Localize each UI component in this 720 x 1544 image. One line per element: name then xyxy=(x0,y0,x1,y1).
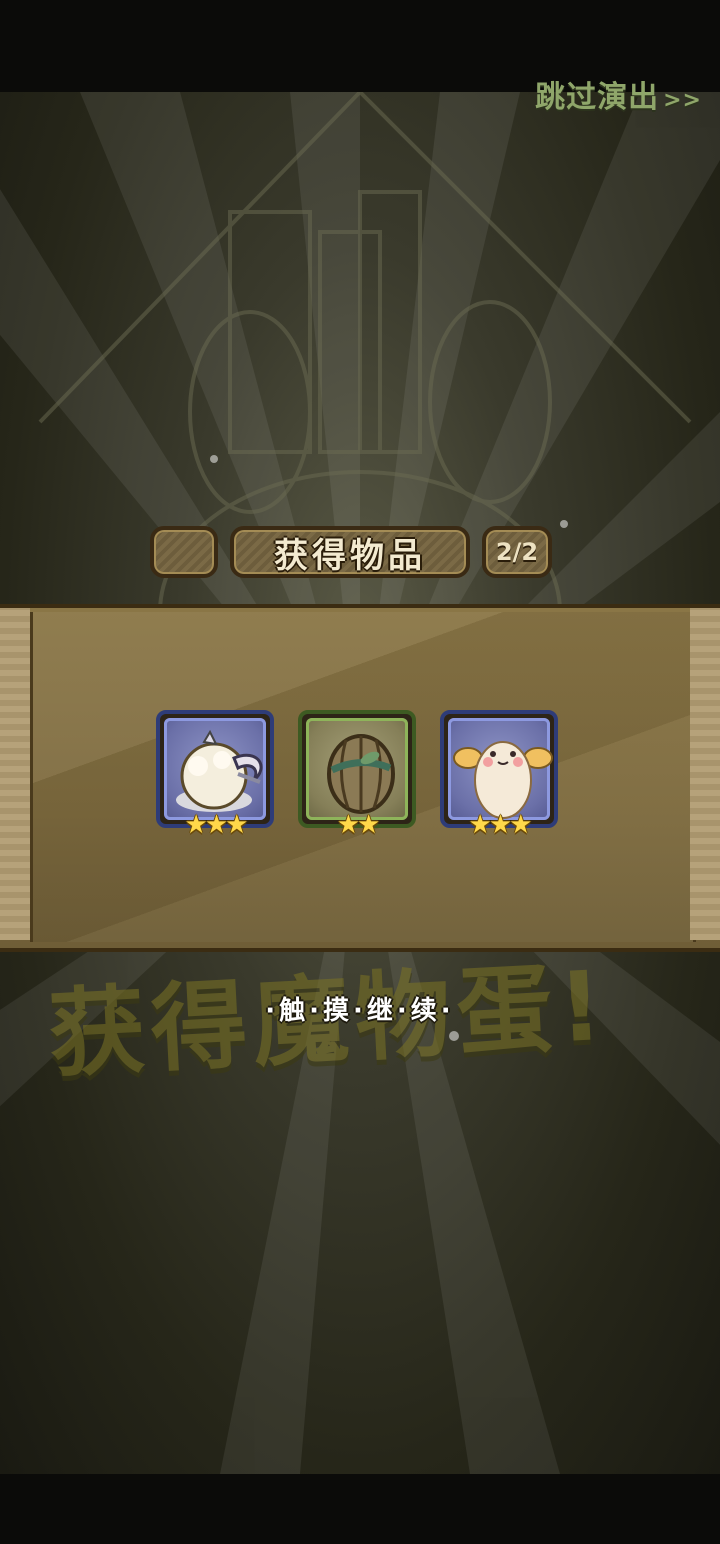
item-frame xyxy=(164,718,266,820)
panel-right-edge xyxy=(690,608,720,940)
reward-item-2[interactable]: ★★ xyxy=(298,710,416,838)
bottom-bar xyxy=(0,1474,720,1544)
star-rating: ★★★ xyxy=(468,810,533,840)
item-frame xyxy=(448,718,553,820)
page-title: 获得物品 xyxy=(274,535,426,576)
skip-arrows-icon: >> xyxy=(663,88,702,113)
page-counter: 2/2 xyxy=(495,538,539,566)
panel-left-edge xyxy=(0,608,30,940)
title-left-plate xyxy=(150,526,218,578)
obtained-items-title-bar: 获得物品 2/2 xyxy=(0,522,720,578)
skip-label: 跳过演出 xyxy=(535,80,660,115)
page-counter-plate: 2/2 xyxy=(482,526,552,578)
title-plate: 获得物品 xyxy=(230,526,470,578)
star-rating: ★★ xyxy=(336,810,381,840)
item-frame xyxy=(306,718,408,820)
star-rating: ★★★ xyxy=(184,810,249,840)
reward-item-1[interactable]: ★★★ xyxy=(156,710,274,838)
reward-item-3[interactable]: ★★★ xyxy=(440,710,558,838)
skip-performance-button[interactable]: 跳过演出 >> xyxy=(535,72,702,116)
touch-to-continue-prompt[interactable]: ·触·摸·继·续· xyxy=(0,990,720,1027)
